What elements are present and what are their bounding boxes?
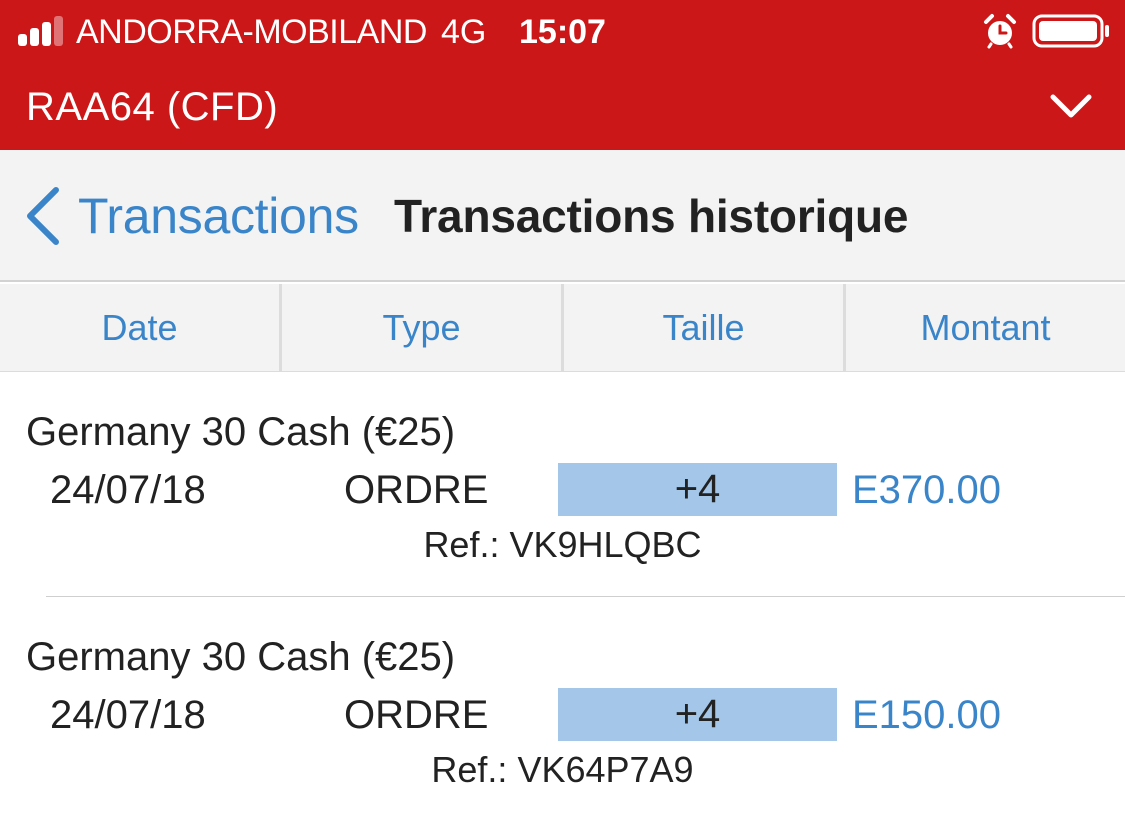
clock-time: 15:07	[519, 13, 606, 51]
chevron-down-icon[interactable]	[1048, 88, 1094, 124]
transaction-date: 24/07/18	[50, 468, 206, 512]
navigation-bar: Transactions Transactions historique	[0, 150, 1125, 282]
transaction-reference: Ref.: VK9HLQBC	[0, 523, 1125, 567]
transaction-amount: E370.00	[852, 468, 1002, 512]
reference-label: Ref.:	[431, 749, 508, 790]
column-headers: Date Type Taille Montant	[0, 284, 1125, 372]
carrier-name: ANDORRA-MOBILAND	[76, 13, 427, 51]
back-button[interactable]: Transactions	[22, 184, 359, 248]
column-header-type[interactable]: Type	[282, 284, 564, 372]
instrument-name: Germany 30 Cash (€25)	[26, 410, 456, 454]
reference-label: Ref.:	[423, 524, 500, 565]
alarm-clock-icon	[984, 14, 1016, 49]
transaction-type: ORDRE	[344, 693, 489, 737]
reference-code: VK9HLQBC	[509, 524, 702, 565]
transaction-amount: E150.00	[852, 693, 1002, 737]
chevron-left-icon	[27, 187, 59, 245]
transaction-row[interactable]: Germany 30 Cash (€25) 24/07/18 ORDRE +4 …	[0, 597, 1125, 814]
page-title: Transactions historique	[394, 190, 909, 242]
transaction-list: Germany 30 Cash (€25) 24/07/18 ORDRE +4 …	[0, 372, 1125, 814]
network-type: 4G	[441, 13, 487, 51]
account-name: RAA64 (CFD)	[26, 85, 279, 129]
transaction-type: ORDRE	[344, 468, 489, 512]
status-bar: ANDORRA-MOBILAND 4G 15:07	[0, 0, 1125, 64]
transaction-size: +4	[558, 463, 837, 516]
column-header-size[interactable]: Taille	[564, 284, 846, 372]
transaction-date: 24/07/18	[50, 693, 206, 737]
column-header-amount[interactable]: Montant	[846, 284, 1125, 372]
column-header-date[interactable]: Date	[0, 284, 282, 372]
cellular-signal-icon	[18, 16, 68, 46]
back-label: Transactions	[78, 188, 359, 244]
battery-icon	[1032, 14, 1109, 48]
transaction-reference: Ref.: VK64P7A9	[0, 748, 1125, 792]
reference-code: VK64P7A9	[517, 749, 694, 790]
instrument-name: Germany 30 Cash (€25)	[26, 635, 456, 679]
transaction-row[interactable]: Germany 30 Cash (€25) 24/07/18 ORDRE +4 …	[0, 372, 1125, 597]
transaction-size: +4	[558, 688, 837, 741]
account-header: RAA64 (CFD)	[0, 64, 1125, 150]
app-screen: ANDORRA-MOBILAND 4G 15:07 RAA64 (CFD) Tr…	[0, 0, 1125, 814]
